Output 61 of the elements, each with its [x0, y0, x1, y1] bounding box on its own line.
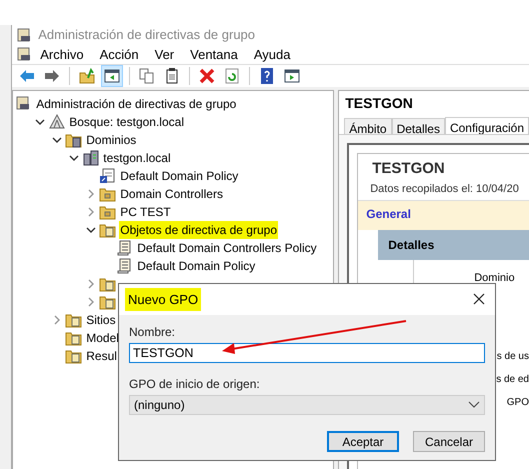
collapsed-chevron-icon[interactable] [86, 279, 96, 289]
details-title: TESTGON [344, 94, 414, 113]
field-label: Dominio [474, 271, 516, 286]
dialog-title: Nuevo GPO [125, 288, 202, 312]
tree-item[interactable]: Resul [85, 347, 118, 365]
name-input-field[interactable]: TESTGON [129, 343, 485, 363]
collapsed-chevron-icon[interactable] [86, 207, 96, 217]
tree-pane-icon [103, 67, 122, 85]
source-dropdown[interactable]: (ninguno) [129, 395, 485, 415]
dropdown-chevron-icon [468, 401, 480, 409]
expanded-chevron-icon[interactable] [52, 135, 62, 145]
folder-up-icon [78, 67, 96, 85]
tree-item[interactable]: testgon.local [102, 149, 172, 167]
menu-item[interactable]: Acción [92, 44, 147, 64]
report-title: TESTGON [371, 159, 446, 179]
console-icon [16, 26, 32, 43]
tree-item[interactable]: Default Domain Policy [136, 257, 256, 275]
field-label: Nombre: [129, 324, 176, 341]
tree-item[interactable]: Domain Controllers [119, 185, 224, 203]
dialog-button[interactable]: Aceptar [327, 431, 399, 452]
tree-pane-button[interactable] [101, 65, 124, 87]
menu-item[interactable]: Ayuda [246, 44, 298, 64]
tree-item[interactable]: Administración de directivas de grupo [35, 95, 238, 113]
console-icon [16, 46, 32, 62]
menu-item[interactable]: Archivo [32, 44, 92, 64]
expanded-chevron-icon[interactable] [35, 117, 46, 127]
section-link[interactable]: General [366, 207, 411, 221]
expanded-chevron-icon[interactable] [86, 225, 96, 235]
close-icon [473, 293, 485, 306]
field-label: s de ed [496, 372, 529, 386]
subsection-header: Detalles [378, 230, 529, 260]
tree-item[interactable]: Model [85, 329, 120, 347]
tree-item[interactable]: Default Domain Controllers Policy [136, 239, 318, 257]
delete-icon [198, 67, 216, 85]
panel-icon [283, 67, 302, 85]
tree-item[interactable]: PC TEST [119, 203, 172, 221]
field-label: GPO [506, 396, 529, 410]
dialog-button[interactable]: Cancelar [413, 431, 485, 452]
server-icon [82, 149, 100, 167]
field-label: s de us [496, 350, 529, 364]
field-label: GPO de inicio de origen: [129, 376, 261, 393]
collected-date: Datos recopilados el: 10/04/20 [369, 182, 520, 196]
copy-icon [138, 67, 156, 85]
tree-item[interactable]: Bosque: testgon.local [68, 113, 185, 131]
expanded-chevron-icon[interactable] [69, 153, 80, 163]
collapsed-chevron-icon[interactable] [86, 189, 96, 199]
collapsed-chevron-icon[interactable] [52, 315, 62, 325]
menu-item[interactable]: Ver [146, 44, 182, 64]
tab[interactable]: Ámbito [344, 118, 392, 134]
collapsed-chevron-icon[interactable] [86, 297, 96, 307]
tab[interactable]: Detalles [392, 118, 445, 134]
tree-item[interactable]: Sitios [85, 311, 117, 329]
refresh-icon [223, 67, 242, 85]
triangle-icon [48, 113, 66, 131]
forward-arrow-icon [43, 67, 62, 85]
policy-link-icon [99, 167, 118, 185]
window-title: Administración de directivas de grupo [38, 26, 256, 44]
tree-item[interactable]: Dominios [85, 131, 138, 149]
tree-item[interactable]: Default Domain Policy [119, 167, 240, 185]
tree-item[interactable]: Objetos de directiva de grupo [119, 221, 278, 239]
menu-item[interactable]: Ventana [182, 44, 246, 64]
